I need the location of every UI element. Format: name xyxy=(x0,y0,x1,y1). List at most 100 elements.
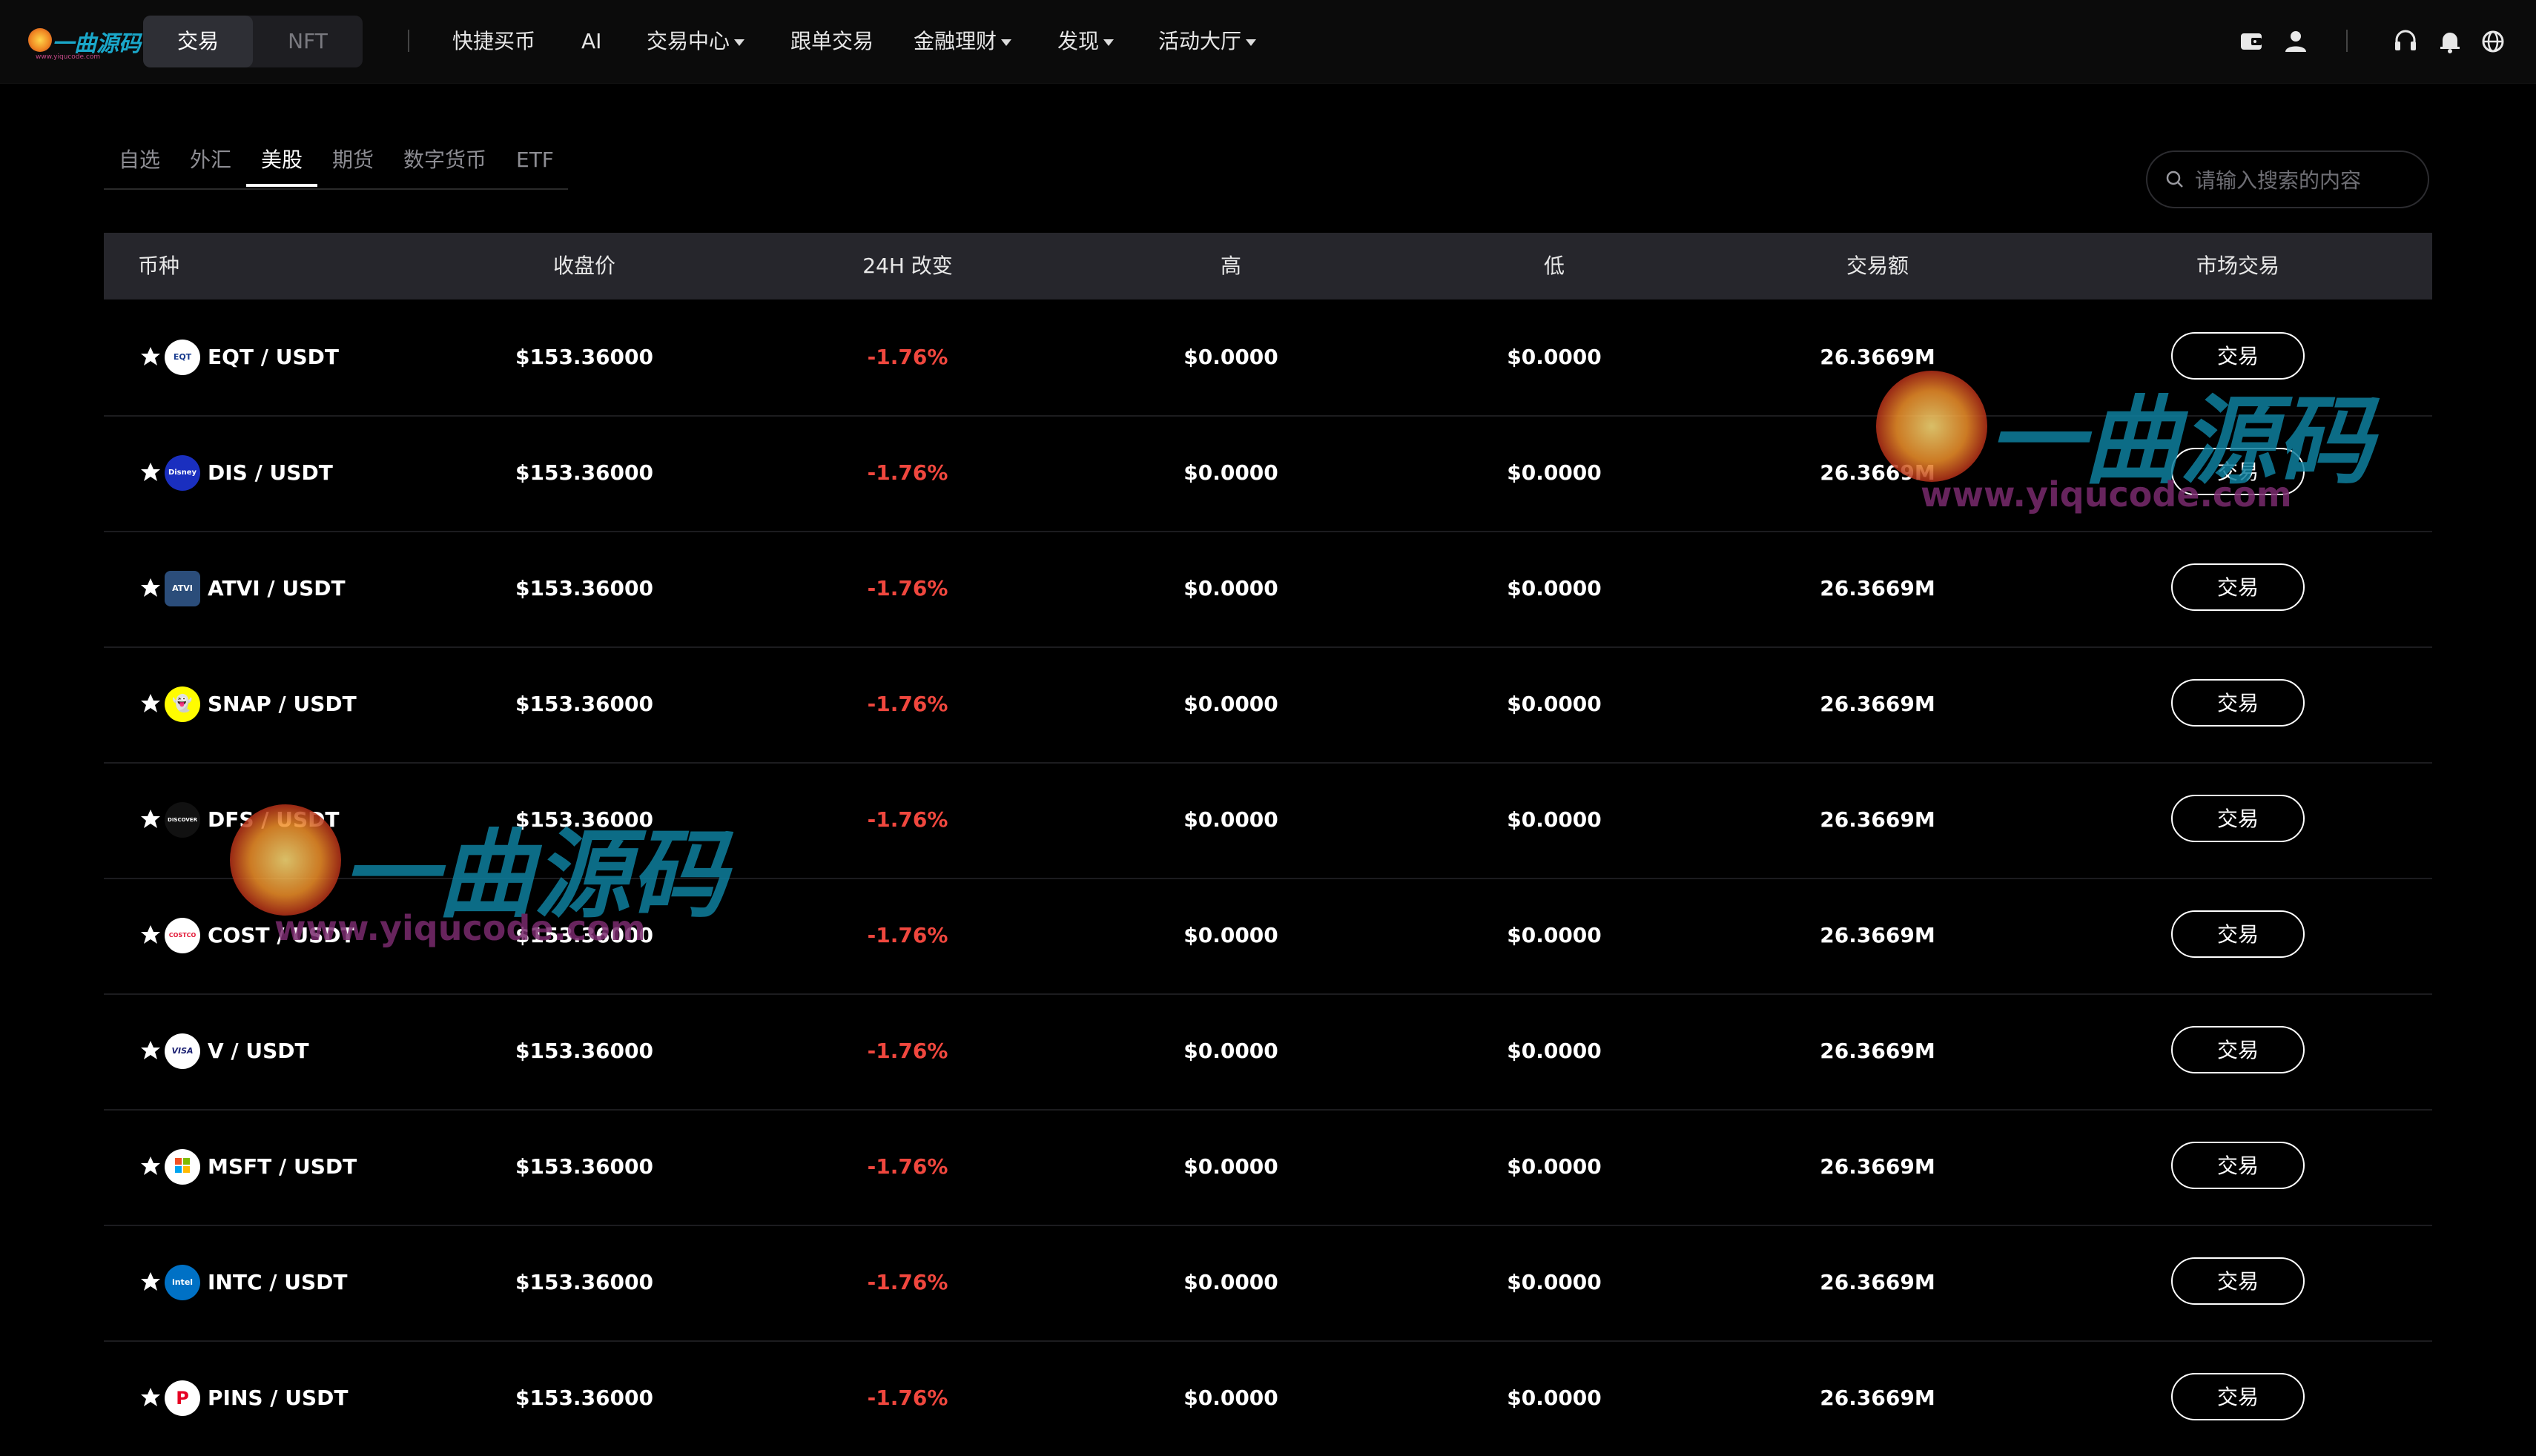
close-price: $153.36000 xyxy=(515,345,653,369)
mode-switch: 交易 NFT xyxy=(143,16,363,67)
disney-logo-icon: Disney xyxy=(165,455,200,491)
table-row[interactable]: EQT EQT / USDT $153.36000 -1.76% $0.0000… xyxy=(104,300,2432,417)
favorite-star-icon[interactable] xyxy=(139,1271,162,1293)
pair-symbol: ATVI / USDT xyxy=(208,576,346,600)
favorite-star-icon[interactable] xyxy=(139,577,162,599)
column-header-24h-change: 24H 改变 xyxy=(862,254,953,278)
high-price: $0.0000 xyxy=(1183,460,1278,485)
market-table-header: 币种 收盘价 24H 改变 高 低 交易额 市场交易 xyxy=(104,233,2432,300)
chevron-down-icon xyxy=(1246,39,1257,46)
favorite-star-icon[interactable] xyxy=(139,1155,162,1177)
close-price: $153.36000 xyxy=(515,1154,653,1179)
globe-icon[interactable] xyxy=(2478,27,2508,56)
headset-icon[interactable] xyxy=(2391,27,2420,56)
table-row[interactable]: VISA V / USDT $153.36000 -1.76% $0.0000 … xyxy=(104,993,2432,1111)
search-input[interactable] xyxy=(2193,162,2411,198)
close-price: $153.36000 xyxy=(515,576,653,600)
volume: 26.3669M xyxy=(1820,1039,1935,1063)
table-row[interactable]: DISCOVER DFS / USDT $153.36000 -1.76% $0… xyxy=(104,762,2432,879)
table-row[interactable]: intel INTC / USDT $153.36000 -1.76% $0.0… xyxy=(104,1225,2432,1342)
nav-trading-center[interactable]: 交易中心 xyxy=(647,27,745,56)
tab-futures[interactable]: 期货 xyxy=(332,145,374,184)
change-24h: -1.76% xyxy=(867,460,948,485)
favorite-star-icon[interactable] xyxy=(139,461,162,483)
table-row[interactable]: P PINS / USDT $153.36000 -1.76% $0.0000 … xyxy=(104,1340,2432,1456)
tab-crypto[interactable]: 数字货币 xyxy=(403,145,486,184)
favorite-star-icon[interactable] xyxy=(139,924,162,946)
volume: 26.3669M xyxy=(1820,923,1935,947)
nav-divider xyxy=(2346,30,2348,52)
favorite-star-icon[interactable] xyxy=(139,808,162,830)
nav-quick-buy[interactable]: 快捷买币 xyxy=(452,27,535,56)
column-header-low: 低 xyxy=(1543,254,1565,278)
column-header-high: 高 xyxy=(1220,254,1241,278)
favorite-star-icon[interactable] xyxy=(139,1386,162,1409)
low-price: $0.0000 xyxy=(1507,460,1602,485)
mode-trade-tab[interactable]: 交易 xyxy=(143,16,253,67)
trade-button[interactable]: 交易 xyxy=(2171,1257,2305,1305)
trade-button[interactable]: 交易 xyxy=(2171,795,2305,842)
trade-button[interactable]: 交易 xyxy=(2171,679,2305,727)
volume: 26.3669M xyxy=(1820,1386,1935,1410)
trade-button[interactable]: 交易 xyxy=(2171,910,2305,958)
mode-nft-tab[interactable]: NFT xyxy=(253,16,363,67)
volume: 26.3669M xyxy=(1820,692,1935,716)
pair-symbol: DIS / USDT xyxy=(208,460,333,485)
favorite-star-icon[interactable] xyxy=(139,692,162,715)
trade-button[interactable]: 交易 xyxy=(2171,448,2305,495)
high-price: $0.0000 xyxy=(1183,692,1278,716)
pair-symbol: DFS / USDT xyxy=(208,807,340,832)
low-price: $0.0000 xyxy=(1507,1154,1602,1179)
table-row[interactable]: 👻 SNAP / USDT $153.36000 -1.76% $0.0000 … xyxy=(104,646,2432,764)
table-row[interactable]: COSTCO COST / USDT $153.36000 -1.76% $0.… xyxy=(104,878,2432,995)
top-navbar: 一曲源码 www.yiqucode.com 交易 NFT 快捷买币 AI 交易中… xyxy=(0,0,2536,84)
microsoft-logo-icon xyxy=(165,1149,200,1185)
nav-events[interactable]: 活动大厅 xyxy=(1158,27,1257,56)
trade-button[interactable]: 交易 xyxy=(2171,563,2305,611)
trade-button[interactable]: 交易 xyxy=(2171,1373,2305,1420)
favorite-star-icon[interactable] xyxy=(139,1039,162,1062)
tab-forex[interactable]: 外汇 xyxy=(190,145,231,184)
table-row[interactable]: MSFT / USDT $153.36000 -1.76% $0.0000 $0… xyxy=(104,1109,2432,1226)
visa-logo-icon: VISA xyxy=(165,1033,200,1069)
table-row[interactable]: Disney DIS / USDT $153.36000 -1.76% $0.0… xyxy=(104,415,2432,532)
nav-finance[interactable]: 金融理财 xyxy=(914,27,1012,56)
eqt-logo-icon: EQT xyxy=(165,340,200,375)
nav-copy-trading[interactable]: 跟单交易 xyxy=(790,27,874,56)
change-24h: -1.76% xyxy=(867,923,948,947)
tab-favorites[interactable]: 自选 xyxy=(119,145,160,184)
low-price: $0.0000 xyxy=(1507,1386,1602,1410)
high-price: $0.0000 xyxy=(1183,1386,1278,1410)
trade-button[interactable]: 交易 xyxy=(2171,1142,2305,1189)
change-24h: -1.76% xyxy=(867,1386,948,1410)
chevron-down-icon xyxy=(734,39,745,46)
table-row[interactable]: ATVI ATVI / USDT $153.36000 -1.76% $0.00… xyxy=(104,531,2432,648)
volume: 26.3669M xyxy=(1820,460,1935,485)
tab-etf[interactable]: ETF xyxy=(516,145,554,184)
bell-icon[interactable] xyxy=(2435,27,2465,56)
change-24h: -1.76% xyxy=(867,345,948,369)
trade-button[interactable]: 交易 xyxy=(2171,332,2305,380)
nav-discover[interactable]: 发现 xyxy=(1057,27,1115,56)
low-price: $0.0000 xyxy=(1507,1039,1602,1063)
volume: 26.3669M xyxy=(1820,1154,1935,1179)
discover-logo-icon: DISCOVER xyxy=(165,802,200,838)
user-icon[interactable] xyxy=(2281,27,2311,56)
nav-divider xyxy=(408,30,409,52)
tab-us-stocks[interactable]: 美股 xyxy=(261,145,303,184)
pair-symbol: SNAP / USDT xyxy=(208,692,357,716)
site-logo[interactable]: 一曲源码 www.yiqucode.com xyxy=(27,22,141,62)
chevron-down-icon xyxy=(1001,39,1012,46)
snapchat-logo-icon: 👻 xyxy=(165,686,200,722)
wallet-icon[interactable] xyxy=(2236,27,2266,56)
trade-button[interactable]: 交易 xyxy=(2171,1026,2305,1073)
logo-url-text: www.yiqucode.com xyxy=(36,53,101,61)
low-price: $0.0000 xyxy=(1507,345,1602,369)
high-price: $0.0000 xyxy=(1183,1039,1278,1063)
favorite-star-icon[interactable] xyxy=(139,345,162,368)
low-price: $0.0000 xyxy=(1507,807,1602,832)
close-price: $153.36000 xyxy=(515,807,653,832)
volume: 26.3669M xyxy=(1820,1270,1935,1294)
low-price: $0.0000 xyxy=(1507,576,1602,600)
nav-ai[interactable]: AI xyxy=(581,27,601,56)
